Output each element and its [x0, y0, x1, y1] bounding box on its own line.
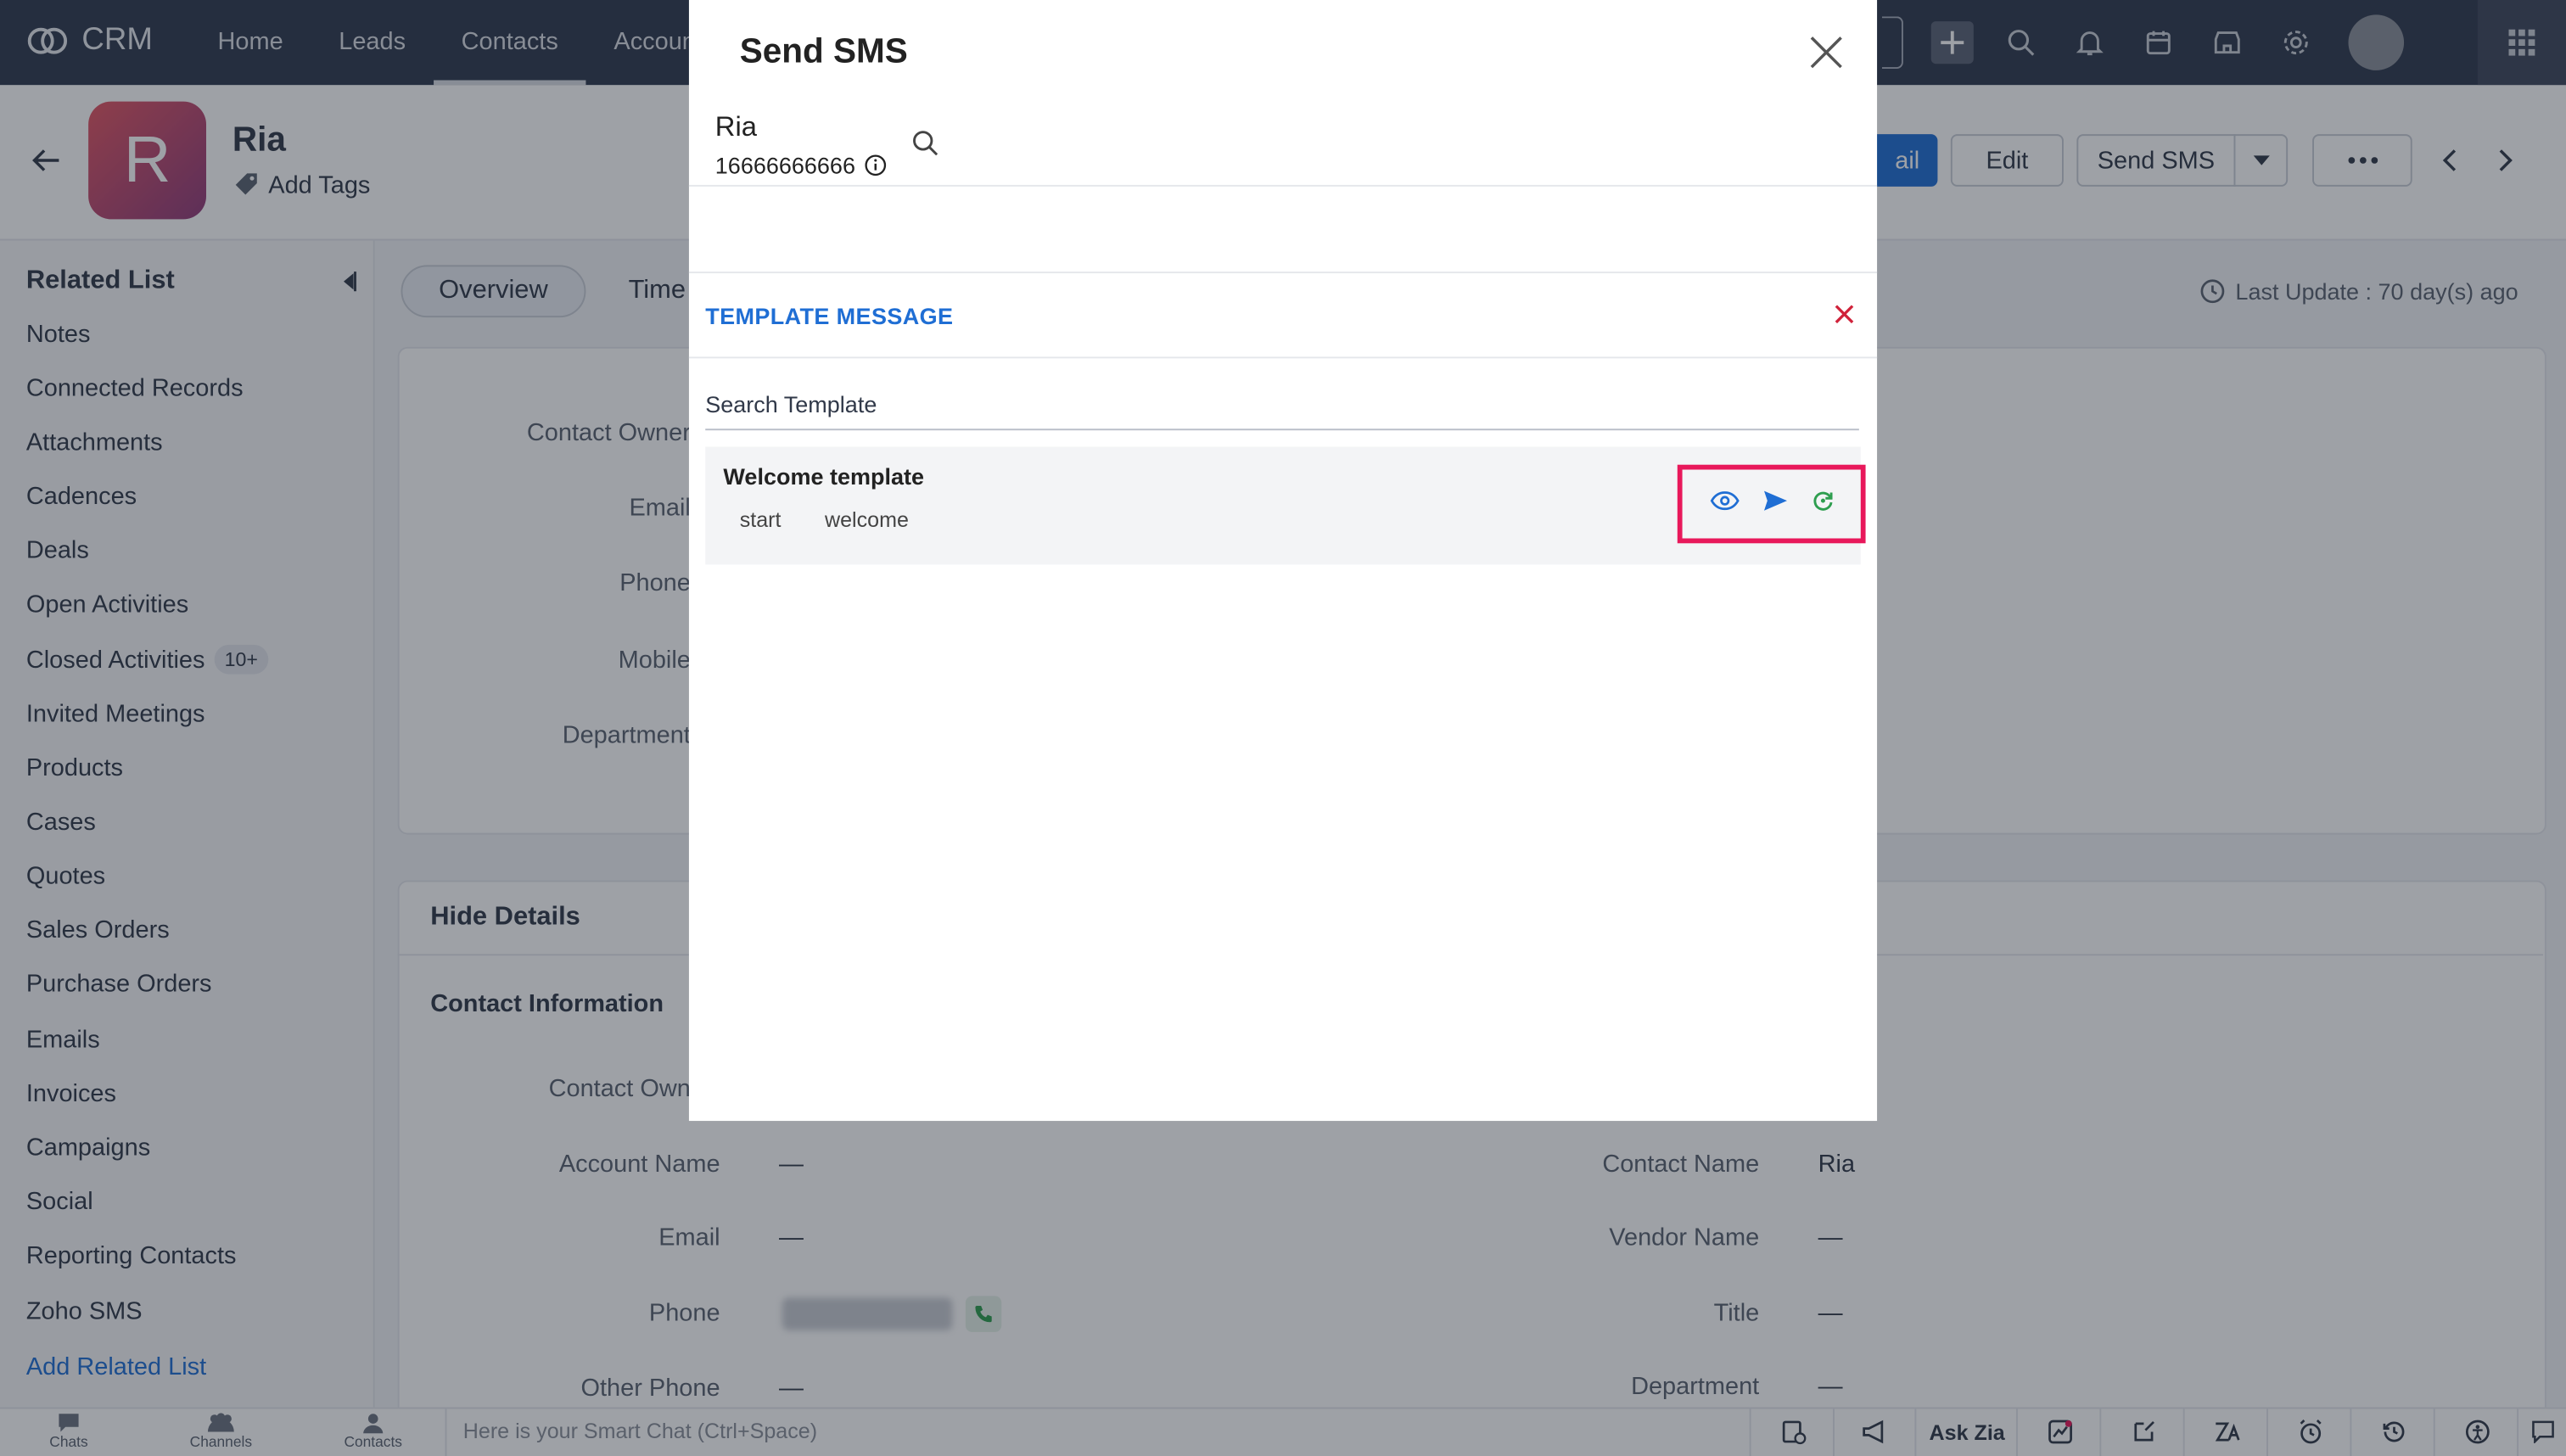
template-name: Welcome template [723, 462, 925, 490]
search-template-input[interactable] [705, 379, 1859, 431]
template-message-label: TEMPLATE MESSAGE [705, 302, 954, 329]
divider [688, 272, 1878, 274]
recipient-phone-row: 16666666666 [715, 152, 887, 178]
info-icon[interactable] [864, 154, 887, 176]
template-tag: start [739, 507, 782, 532]
divider [688, 356, 1878, 359]
divider [688, 184, 1878, 187]
recipient-search-icon[interactable] [911, 129, 939, 165]
template-tag: welcome [825, 507, 909, 532]
dialog-title: Send SMS [739, 32, 908, 70]
recipient-name: Ria [714, 111, 757, 143]
recipient-phone: 16666666666 [714, 152, 855, 179]
refresh-icon[interactable] [1811, 489, 1834, 520]
send-icon[interactable] [1762, 489, 1788, 520]
preview-eye-icon[interactable] [1709, 490, 1739, 519]
close-icon[interactable] [1807, 33, 1846, 81]
close-template-icon[interactable] [1833, 303, 1856, 334]
template-actions-highlight [1677, 464, 1866, 544]
